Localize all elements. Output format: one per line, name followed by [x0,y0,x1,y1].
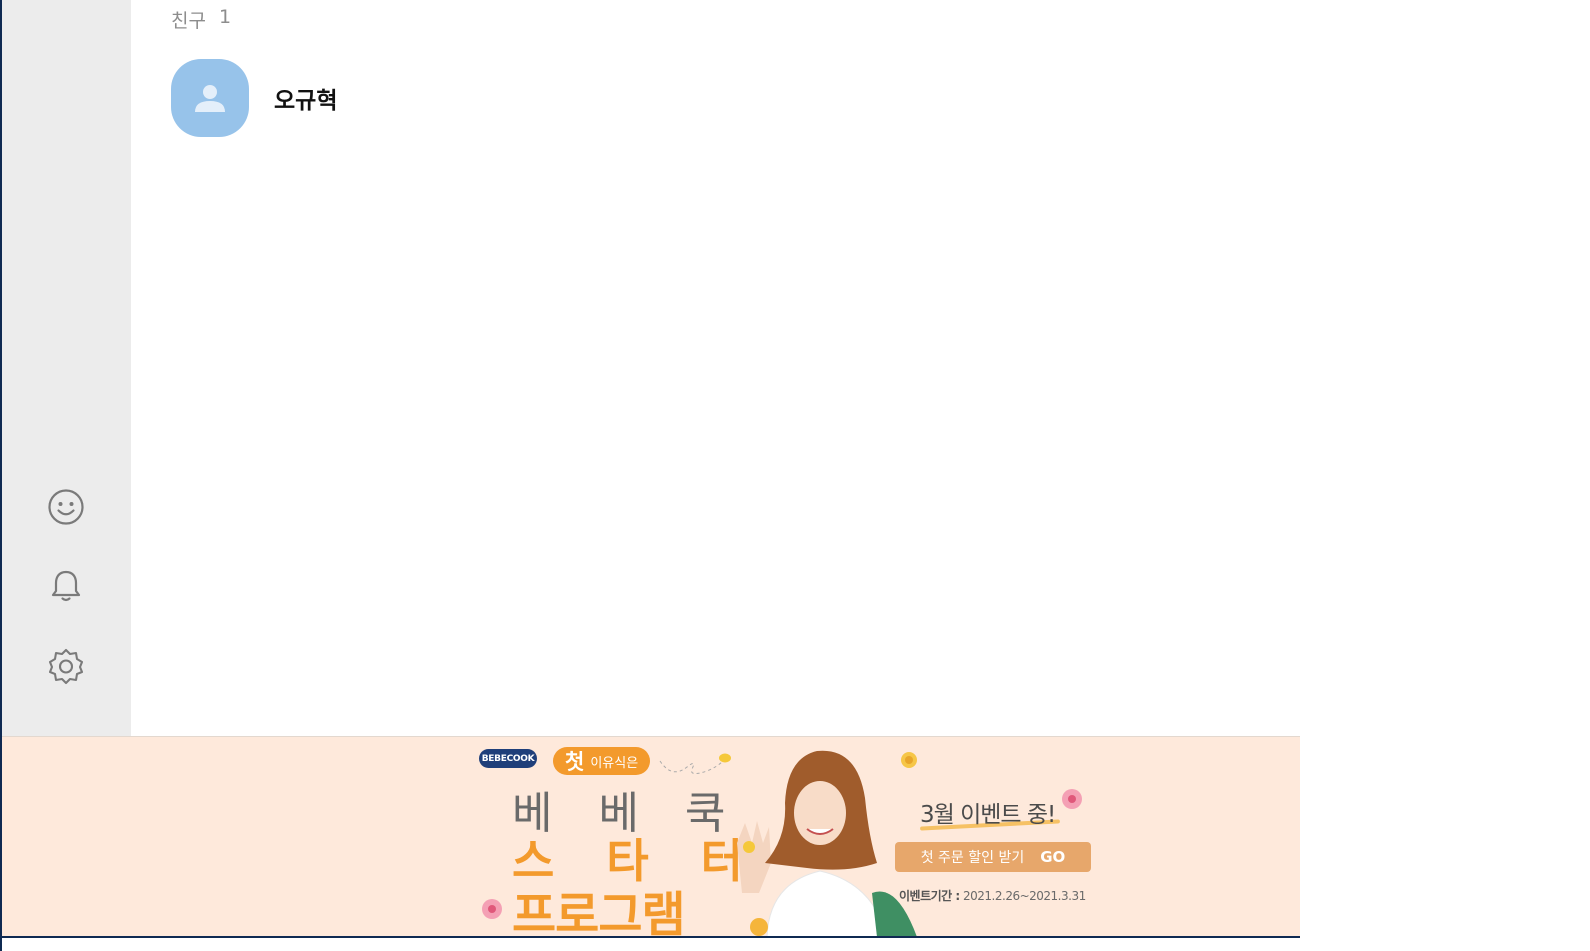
emoticon-button[interactable] [42,483,90,531]
event-period-label: 이벤트기간 : [899,889,960,903]
ad-headline-line2: 프로그램 [512,887,686,937]
friend-list-item[interactable]: 오규혁 [171,59,337,137]
flower-icon [482,899,502,919]
sun-flower-icon [901,752,917,768]
friends-panel: 친구 1 오규혁 [131,0,1300,736]
friends-section-header: 친구 1 [171,6,231,33]
brand-logo: BEBECOOK [479,749,537,768]
kakaotalk-window: 친구 1 오규혁 BEBECOOK 첫 이유식은 베 베 쿡 스 타 터 프로그… [0,0,1590,951]
smiley-icon [48,489,84,525]
friends-label: 친구 [171,10,206,32]
gear-icon [48,648,84,685]
event-title: 3월 이벤트 중! [920,802,1056,828]
settings-button[interactable] [42,642,90,690]
model-photo [737,750,917,937]
event-period-value: 2021.2.26~2021.3.31 [963,889,1086,903]
ad-badge: 첫 이유식은 [553,747,651,775]
bell-icon [51,570,81,602]
default-person-icon [195,85,225,112]
ad-badge-main: 첫 [565,750,585,774]
pink-flower-icon [1062,789,1082,809]
ad-badge-sub: 이유식은 [590,755,639,771]
event-period: 이벤트기간 : 2021.2.26~2021.3.31 [899,887,1086,904]
friends-count: 1 [218,6,232,28]
avatar[interactable] [171,59,249,137]
first-order-discount-button[interactable]: 첫 주문 할인 받기 GO [895,842,1091,872]
cta-label: 첫 주문 할인 받기 [920,850,1025,866]
ad-banner[interactable]: BEBECOOK 첫 이유식은 베 베 쿡 스 타 터 프로그램 3월 이벤트 … [2,736,1300,937]
cta-go: GO [1040,848,1066,866]
friend-name: 오규혁 [274,88,338,114]
window-frame-bottom [0,936,1300,938]
notifications-button[interactable] [42,562,90,610]
sidebar [2,0,131,736]
